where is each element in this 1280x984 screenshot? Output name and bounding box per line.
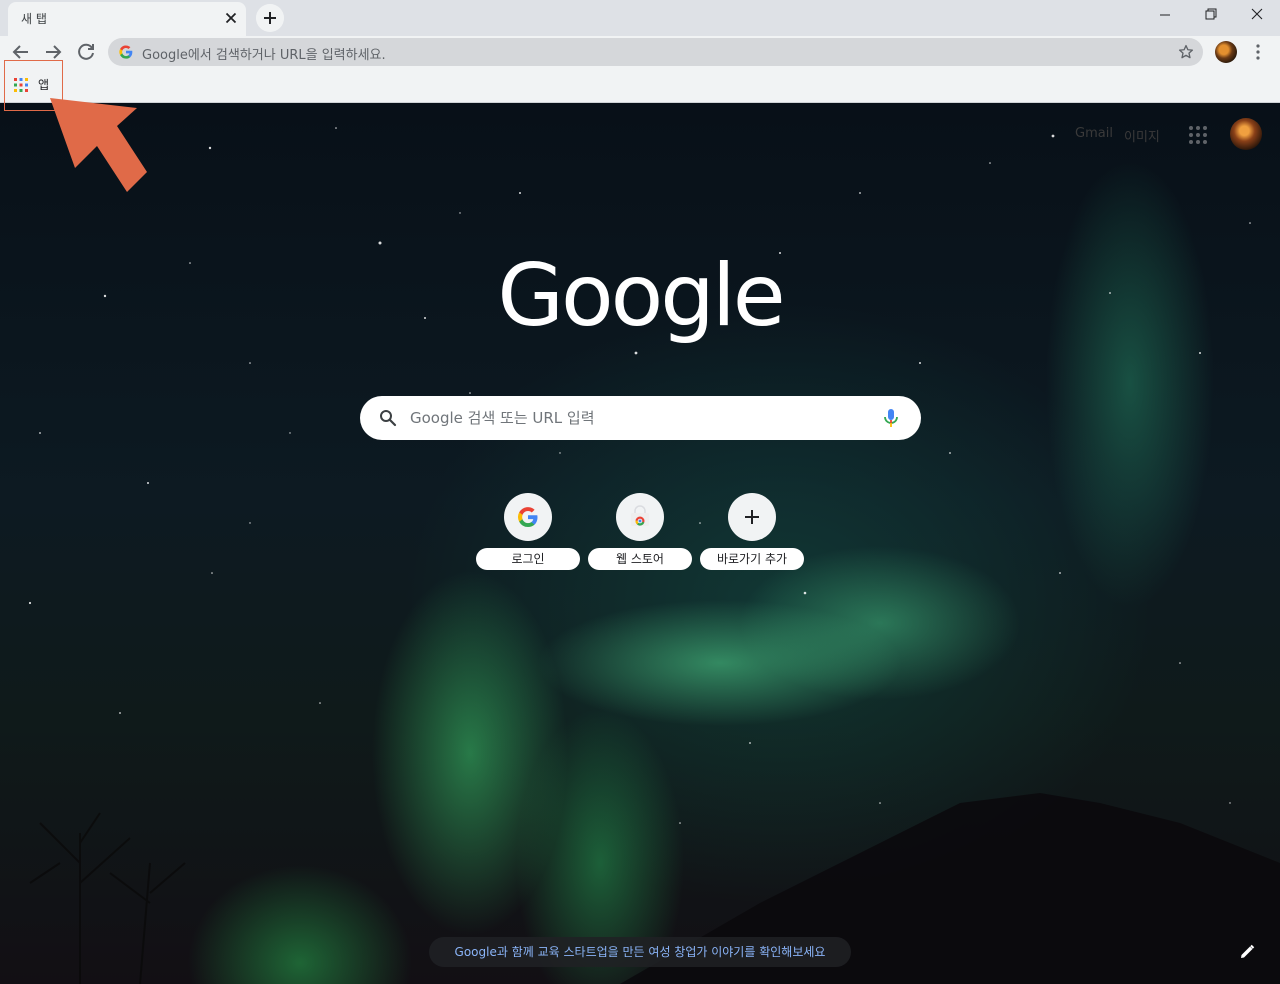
shortcut-login[interactable]: 로그인: [476, 493, 580, 573]
minimize-icon[interactable]: [1151, 4, 1179, 26]
profile-avatar[interactable]: [1215, 41, 1237, 63]
shortcut-label: 로그인: [476, 548, 580, 570]
google-g-icon: [518, 507, 538, 527]
close-window-icon[interactable]: [1243, 4, 1271, 26]
address-bar[interactable]: Google에서 검색하거나 URL을 입력하세요.: [108, 38, 1203, 66]
new-tab-button[interactable]: [256, 4, 284, 32]
close-icon[interactable]: [222, 9, 240, 27]
address-bar-placeholder: Google에서 검색하거나 URL을 입력하세요.: [142, 48, 386, 63]
restore-icon[interactable]: [1197, 4, 1225, 26]
search-icon: [380, 410, 397, 427]
reload-icon[interactable]: [73, 39, 99, 65]
shortcut-tile[interactable]: [616, 493, 664, 541]
shortcut-tile[interactable]: [728, 493, 776, 541]
shortcut-tile[interactable]: [504, 493, 552, 541]
chrome-web-store-icon: [631, 505, 649, 526]
search-box[interactable]: [360, 396, 921, 440]
images-link[interactable]: 이미지: [1124, 126, 1160, 145]
plus-icon: [745, 510, 759, 524]
shortcut-add[interactable]: 바로가기 추가: [700, 493, 804, 573]
new-tab-page: Gmail 이미지 Google Google 검색 또는 URL 입력 로그인…: [0, 103, 1280, 984]
microphone-icon[interactable]: [882, 407, 900, 429]
annotation-arrow-icon: [50, 98, 147, 192]
shortcut-label: 웹 스토어: [588, 548, 692, 570]
bookmarks-bar: 앱: [0, 68, 1280, 103]
tab-strip: 새 탭: [0, 0, 1280, 36]
more-vert-icon[interactable]: [1250, 42, 1266, 62]
google-apps-icon[interactable]: [1188, 125, 1208, 145]
account-avatar[interactable]: [1230, 118, 1262, 150]
promo-link[interactable]: Google과 함께 교육 스타트업을 만든 여성 창업가 이야기를 확인해보세…: [429, 937, 851, 967]
google-g-icon: [119, 45, 133, 59]
shortcut-label: 바로가기 추가: [700, 548, 804, 570]
customize-pencil-icon[interactable]: [1238, 943, 1256, 961]
tab-new-tab[interactable]: 새 탭: [8, 2, 246, 36]
shortcut-web-store[interactable]: 웹 스토어: [588, 493, 692, 573]
google-logo: Google: [497, 246, 785, 346]
browser-toolbar: Google에서 검색하거나 URL을 입력하세요.: [0, 36, 1280, 68]
search-input[interactable]: [410, 396, 870, 440]
gmail-link[interactable]: Gmail: [1075, 126, 1113, 141]
bookmark-star-icon[interactable]: [1177, 43, 1195, 61]
tab-title: 새 탭: [21, 12, 47, 26]
